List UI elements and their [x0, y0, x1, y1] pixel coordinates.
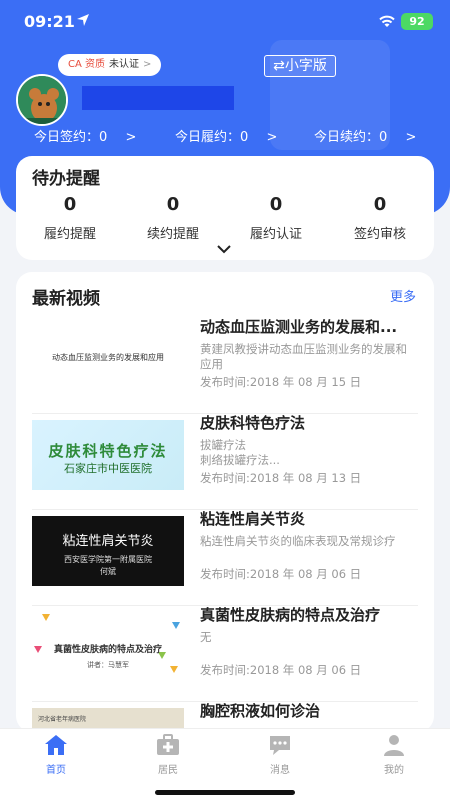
video-title: 胸腔积液如何诊治	[200, 702, 321, 720]
medical-kit-icon	[157, 734, 179, 755]
ca-status: 未认证	[109, 59, 140, 70]
video-description: 粘连性肩关节炎的临床表现及常规诊疗	[200, 534, 396, 548]
video-item[interactable]: 皮肤科特色疗法 石家庄市中医医院 皮肤科特色疗法 拔罐疗法 刺络拔罐疗法... …	[32, 412, 418, 510]
status-time: 09:21	[24, 12, 75, 31]
wifi-icon	[379, 15, 395, 27]
tab-messages[interactable]: 消息	[224, 733, 336, 776]
video-date: 发布时间:2018 年 08 月 06 日	[200, 663, 362, 677]
todo-title: 待办提醒	[32, 169, 100, 189]
status-bar: 09:21 92	[0, 0, 450, 44]
battery-indicator: 92	[401, 13, 433, 30]
user-icon	[384, 735, 404, 756]
video-item[interactable]: 动态血压监测业务的发展和应用 动态血压监测业务的发展和... 黄建凤教授讲动态血…	[32, 316, 418, 414]
video-thumbnail: 真菌性皮肤病的特点及治疗 讲者：马慧军	[32, 612, 184, 682]
todo-item-performance-reminder[interactable]: 0 履约提醒	[20, 194, 120, 242]
video-date: 发布时间:2018 年 08 月 06 日	[200, 567, 362, 581]
video-title: 皮肤科特色疗法	[200, 414, 306, 432]
home-indicator	[155, 790, 295, 795]
video-title: 粘连性肩关节炎	[200, 510, 306, 528]
video-description: 无	[200, 630, 212, 644]
video-thumbnail: 皮肤科特色疗法 石家庄市中医医院	[32, 420, 184, 490]
latest-videos-card: 最新视频 更多 动态血压监测业务的发展和应用 动态血压监测业务的发展和... 黄…	[16, 272, 434, 732]
today-stats: 今日签约：0 > 今日履约：0 > 今日续约：0 >	[0, 126, 450, 146]
video-date: 发布时间:2018 年 08 月 15 日	[200, 375, 362, 389]
ca-arrow: >	[143, 59, 152, 70]
stat-performed[interactable]: 今日履约：0 >	[175, 126, 277, 145]
location-arrow-icon	[77, 14, 89, 26]
ca-certification-badge[interactable]: CA 资质 未认证 >	[58, 54, 162, 76]
chat-icon	[270, 736, 290, 755]
video-item[interactable]: 粘连性肩关节炎 西安医学院第一附属医院 何斌 粘连性肩关节炎 粘连性肩关节炎的临…	[32, 508, 418, 606]
user-name-redacted	[82, 86, 234, 110]
todo-item-performance-auth[interactable]: 0 履约认证	[226, 194, 326, 242]
todo-item-sign-review[interactable]: 0 签约审核	[330, 194, 430, 242]
tab-home[interactable]: 首页	[0, 733, 112, 776]
stat-signed[interactable]: 今日签约：0 >	[34, 126, 136, 145]
tab-profile[interactable]: 我的	[338, 733, 450, 776]
tab-residents[interactable]: 居民	[112, 733, 224, 776]
video-item[interactable]: 真菌性皮肤病的特点及治疗 讲者：马慧军 真菌性皮肤病的特点及治疗 无 发布时间:…	[32, 604, 418, 702]
todo-reminder-card: 待办提醒 0 履约提醒 0 续约提醒 0 履约认证 0 签约审核	[16, 156, 434, 260]
small-font-toggle-button[interactable]: ⇄小字版	[264, 55, 336, 77]
ca-label: CA 资质	[68, 59, 106, 70]
avatar[interactable]	[16, 74, 68, 126]
home-icon	[45, 735, 67, 755]
video-thumbnail: 动态血压监测业务的发展和应用	[32, 324, 184, 394]
videos-title: 最新视频	[32, 289, 100, 309]
more-videos-link[interactable]: 更多	[390, 286, 416, 305]
video-description: 拔罐疗法 刺络拔罐疗法...	[200, 438, 280, 467]
video-title: 动态血压监测业务的发展和...	[200, 318, 398, 336]
chevron-down-icon[interactable]	[216, 244, 232, 254]
video-description: 黄建凤教授讲动态血压监测业务的发展和应用	[200, 342, 407, 371]
video-title: 真菌性皮肤病的特点及治疗	[200, 606, 381, 624]
video-date: 发布时间:2018 年 08 月 13 日	[200, 471, 362, 485]
stat-renewed[interactable]: 今日续约：0 >	[314, 126, 416, 145]
video-thumbnail: 粘连性肩关节炎 西安医学院第一附属医院 何斌	[32, 516, 184, 586]
todo-item-renewal-reminder[interactable]: 0 续约提醒	[123, 194, 223, 242]
